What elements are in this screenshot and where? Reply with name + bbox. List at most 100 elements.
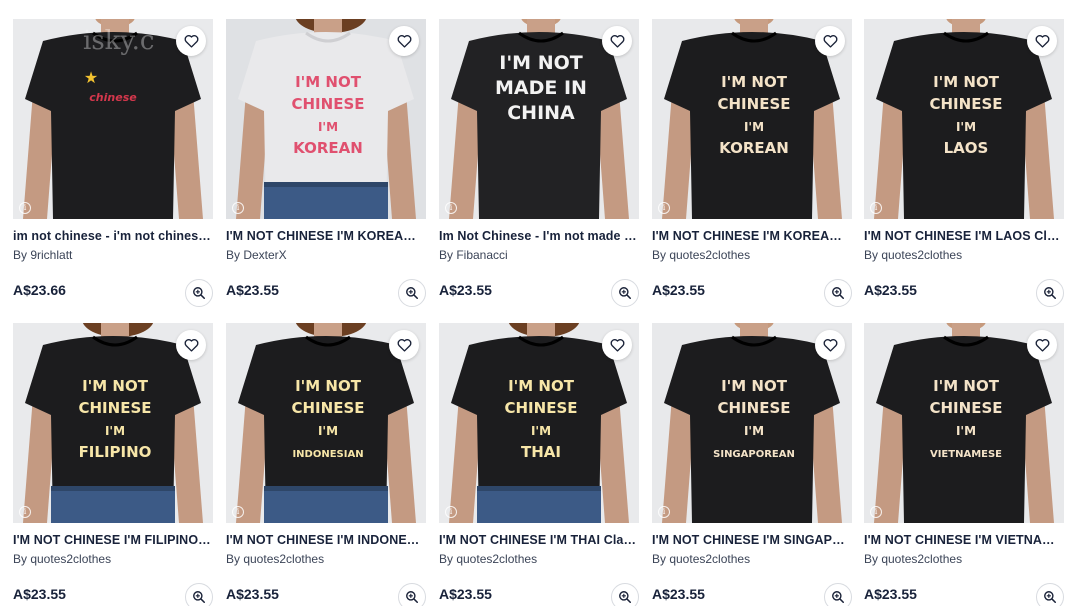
product-card[interactable]: I'M NOT CHINESE I'M SINGAPOREAN i I'M NOT CHI… [652, 323, 852, 606]
product-image[interactable]: I'M NOT CHINESE I'M KOREAN i [226, 19, 426, 219]
product-title[interactable]: I'M NOT CHINESE I'M KOREAN Cl... [226, 229, 424, 243]
svg-text:MADE IN: MADE IN [495, 77, 587, 99]
favorite-button[interactable] [602, 330, 632, 360]
svg-text:CHINESE: CHINESE [292, 399, 365, 417]
product-image[interactable]: I'M NOT CHINESE I'M FILIPINO i [13, 323, 213, 523]
artist-name[interactable]: By quotes2clothes [652, 248, 852, 262]
svg-text:KOREAN: KOREAN [719, 139, 789, 157]
product-card[interactable]: I'M NOT CHINESE I'M VIETNAMESE i I'M NOT CHIN… [864, 323, 1064, 606]
product-card[interactable]: I'M NOT CHINESE I'M KOREAN i I'M NOT CHINESE … [226, 19, 426, 307]
product-title[interactable]: I'M NOT CHINESE I'M LAOS Clas... [864, 229, 1062, 243]
info-icon[interactable]: i [19, 506, 31, 518]
product-image[interactable]: I'M NOT CHINESE I'M KOREAN i [652, 19, 852, 219]
quick-view-button[interactable] [1036, 279, 1064, 307]
zoom-in-icon [193, 591, 206, 604]
zoom-in-icon [619, 591, 632, 604]
product-image[interactable]: I'M NOT MADE IN CHINA i [439, 19, 639, 219]
product-price: A$23.55 [864, 282, 917, 298]
favorite-button[interactable] [389, 26, 419, 56]
info-icon[interactable]: i [232, 202, 244, 214]
product-image[interactable]: I'M NOT CHINESE I'M VIETNAMESE i [864, 323, 1064, 523]
favorite-button[interactable] [1027, 330, 1057, 360]
artist-name[interactable]: By DexterX [226, 248, 426, 262]
price-row: A$23.55 [439, 277, 639, 307]
favorite-button[interactable] [389, 330, 419, 360]
product-title[interactable]: I'M NOT CHINESE I'M VIETNAME... [864, 533, 1062, 547]
artist-name[interactable]: By quotes2clothes [864, 248, 1064, 262]
product-card[interactable]: I'M NOT MADE IN CHINA i Im Not Chinese - I'm… [439, 19, 639, 307]
heart-outline-icon [1035, 339, 1049, 352]
product-card[interactable]: I'M NOT CHINESE I'M KOREAN i I'M NOT CHINESE … [652, 19, 852, 307]
zoom-in-icon [832, 591, 845, 604]
svg-text:I'M NOT: I'M NOT [933, 377, 1000, 395]
favorite-button[interactable] [1027, 26, 1057, 56]
quick-view-button[interactable] [1036, 583, 1064, 606]
price-row: A$23.55 [226, 277, 426, 307]
product-price: A$23.66 [13, 282, 66, 298]
quick-view-button[interactable] [824, 583, 852, 606]
product-card[interactable]: I'M NOT CHINESE I'M LAOS i I'M NOT CHINESE I'… [864, 19, 1064, 307]
product-card[interactable]: I'M NOT CHINESE I'M FILIPINO i I'M NOT CHINES… [13, 323, 213, 606]
artist-name[interactable]: By quotes2clothes [652, 552, 852, 566]
info-icon[interactable]: i [870, 506, 882, 518]
product-title[interactable]: I'M NOT CHINESE I'M KOREAN Cl... [652, 229, 850, 243]
price-row: A$23.66 [13, 277, 213, 307]
svg-text:I'M NOT: I'M NOT [82, 377, 149, 395]
quick-view-button[interactable] [611, 583, 639, 606]
quick-view-button[interactable] [185, 279, 213, 307]
artist-name[interactable]: By Fibanacci [439, 248, 639, 262]
svg-text:SINGAPOREAN: SINGAPOREAN [713, 449, 795, 460]
product-card[interactable]: chinese ★ isky.c i im not chinese - i'm not … [13, 19, 213, 307]
favorite-button[interactable] [602, 26, 632, 56]
artist-name[interactable]: By quotes2clothes [864, 552, 1064, 566]
product-image[interactable]: I'M NOT CHINESE I'M INDONESIAN i [226, 323, 426, 523]
info-icon[interactable]: i [445, 506, 457, 518]
product-title[interactable]: I'M NOT CHINESE I'M THAI Class... [439, 533, 637, 547]
quick-view-button[interactable] [611, 279, 639, 307]
product-price: A$23.55 [439, 586, 492, 602]
product-title[interactable]: I'M NOT CHINESE I'M INDONESI... [226, 533, 424, 547]
svg-text:I'M: I'M [531, 424, 551, 438]
product-title[interactable]: im not chinese - i'm not chinese ... [13, 229, 211, 243]
product-title[interactable]: I'M NOT CHINESE I'M SINGAPOR... [652, 533, 850, 547]
product-image[interactable]: I'M NOT CHINESE I'M THAI i [439, 323, 639, 523]
svg-text:CHINESE: CHINESE [930, 95, 1003, 113]
heart-outline-icon [397, 339, 411, 352]
svg-text:CHINESE: CHINESE [79, 399, 152, 417]
quick-view-button[interactable] [398, 583, 426, 606]
artist-name[interactable]: By quotes2clothes [13, 552, 213, 566]
heart-outline-icon [610, 339, 624, 352]
artist-name[interactable]: By quotes2clothes [439, 552, 639, 566]
product-image[interactable]: I'M NOT CHINESE I'M LAOS i [864, 19, 1064, 219]
svg-text:CHINA: CHINA [507, 102, 575, 124]
svg-text:I'M: I'M [956, 120, 976, 134]
product-title[interactable]: I'M NOT CHINESE I'M FILIPINO C... [13, 533, 211, 547]
product-title[interactable]: Im Not Chinese - I'm not made in... [439, 229, 637, 243]
info-icon[interactable]: i [232, 506, 244, 518]
info-icon[interactable]: i [658, 202, 670, 214]
product-card[interactable]: I'M NOT CHINESE I'M THAI i I'M NOT CHINESE I'… [439, 323, 639, 606]
favorite-button[interactable] [176, 330, 206, 360]
svg-text:I'M NOT: I'M NOT [499, 52, 582, 74]
favorite-button[interactable] [815, 330, 845, 360]
info-icon[interactable]: i [870, 202, 882, 214]
favorite-button[interactable] [176, 26, 206, 56]
svg-text:VIETNAMESE: VIETNAMESE [930, 449, 1002, 460]
quick-view-button[interactable] [398, 279, 426, 307]
price-row: A$23.55 [864, 277, 1064, 307]
svg-text:I'M: I'M [744, 120, 764, 134]
info-icon[interactable]: i [658, 506, 670, 518]
quick-view-button[interactable] [824, 279, 852, 307]
quick-view-button[interactable] [185, 583, 213, 606]
info-icon[interactable]: i [445, 202, 457, 214]
product-card[interactable]: I'M NOT CHINESE I'M INDONESIAN i I'M NOT CHIN… [226, 323, 426, 606]
product-image[interactable]: I'M NOT CHINESE I'M SINGAPOREAN i [652, 323, 852, 523]
product-image[interactable]: chinese ★ isky.c i [13, 19, 213, 219]
artist-name[interactable]: By quotes2clothes [226, 552, 426, 566]
favorite-button[interactable] [815, 26, 845, 56]
zoom-in-icon [406, 287, 419, 300]
artist-name[interactable]: By 9richlatt [13, 248, 213, 262]
heart-outline-icon [610, 35, 624, 48]
heart-outline-icon [184, 35, 198, 48]
info-icon[interactable]: i [19, 202, 31, 214]
